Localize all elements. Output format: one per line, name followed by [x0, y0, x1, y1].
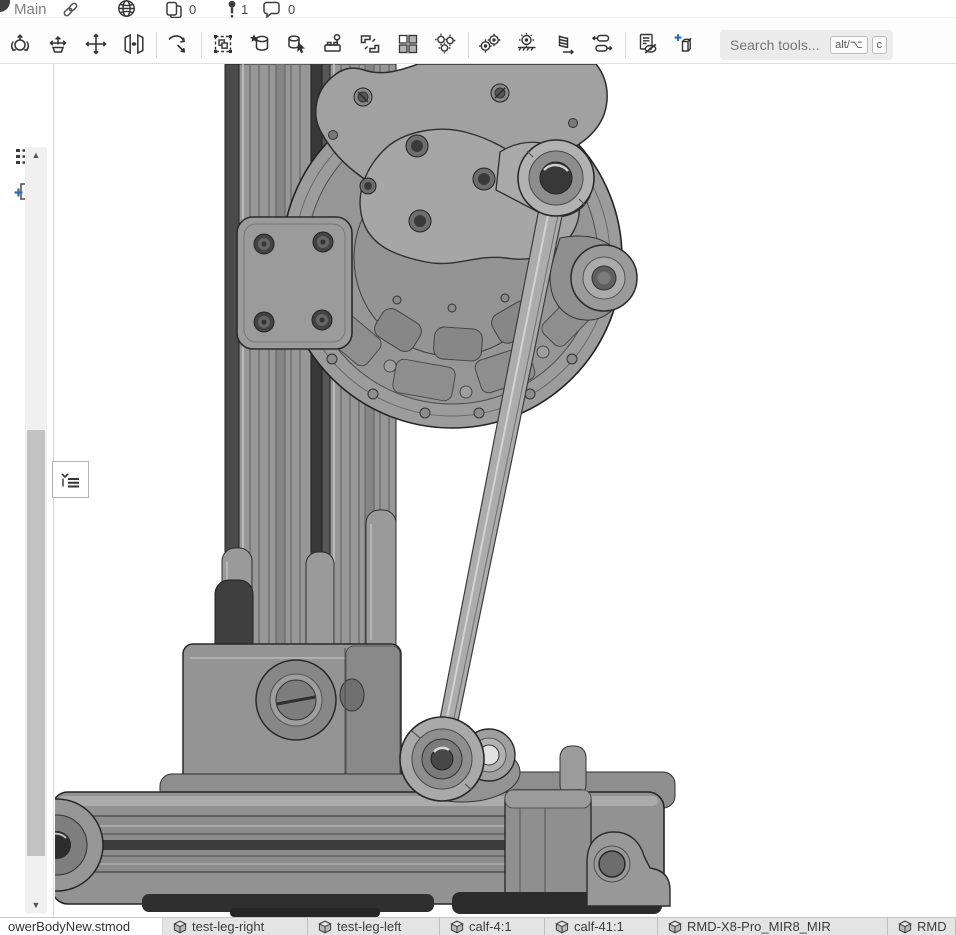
tab-calf-41[interactable]: calf-41:1	[545, 918, 658, 935]
crank-eye-bearing[interactable]	[518, 140, 594, 216]
toolbar-divider	[468, 32, 469, 58]
search-tools-box: alt/⌥ c	[720, 30, 893, 60]
linear-relation-icon[interactable]	[585, 27, 621, 61]
screw-relation-icon[interactable]	[547, 27, 583, 61]
select-instance-icon[interactable]	[279, 27, 315, 61]
comments-icon[interactable]	[262, 0, 281, 18]
assembly-model[interactable]	[55, 64, 956, 917]
tab-calf-4[interactable]: calf-4:1	[440, 918, 545, 935]
toolbar-divider	[201, 32, 202, 58]
idler-bearing[interactable]	[550, 236, 637, 320]
mounting-plate[interactable]	[237, 217, 352, 349]
instances-panel: ▲ ▼	[0, 64, 54, 917]
shortcut-key-alt: alt/⌥	[830, 36, 867, 54]
tab-lowerbodynew[interactable]: owerBodyNew.stmod	[0, 918, 163, 935]
scrollbar-thumb[interactable]	[27, 430, 45, 856]
create-part-studio-in-context-icon[interactable]	[667, 27, 703, 61]
part-cube-icon	[318, 920, 332, 934]
link-icon[interactable]	[62, 0, 79, 18]
document-header: Main 0 1 0	[0, 0, 956, 18]
toolbar-divider	[156, 32, 157, 58]
linear-pattern-icon[interactable]	[390, 27, 426, 61]
viewport-canvas[interactable]	[55, 64, 956, 917]
mate-icon[interactable]	[315, 27, 351, 61]
tab-test-leg-left[interactable]: test-leg-left	[308, 918, 440, 935]
panel-scrollbar[interactable]: ▲ ▼	[25, 147, 47, 913]
insert-icon[interactable]	[242, 27, 278, 61]
version-label: Main	[14, 0, 47, 18]
part-cube-icon	[898, 920, 912, 934]
part-cube-icon	[173, 920, 187, 934]
shortcut-key-c: c	[872, 36, 888, 54]
search-tools-input[interactable]	[730, 37, 826, 53]
document-tab-bar: owerBodyNew.stmod test-leg-right test-le…	[0, 917, 956, 935]
versions-icon[interactable]	[165, 0, 183, 18]
rod-end-bearing[interactable]	[400, 717, 520, 802]
comments-count: 0	[288, 0, 295, 18]
rotate-instance-icon[interactable]	[2, 27, 38, 61]
gear-relation-icon[interactable]	[472, 27, 508, 61]
avatar[interactable]	[0, 0, 10, 12]
translate-instance-icon[interactable]	[40, 27, 76, 61]
rack-and-pinion-relation-icon[interactable]	[509, 27, 545, 61]
scroll-up-icon[interactable]: ▲	[25, 147, 47, 163]
instance-tree-flyout-button[interactable]	[52, 461, 89, 498]
mirror-instance-icon[interactable]	[116, 27, 152, 61]
app-window: Main 0 1 0	[0, 0, 956, 935]
toolbar-divider	[625, 32, 626, 58]
pin-count: 1	[241, 0, 248, 18]
tab-rmd-partial[interactable]: RMD	[888, 918, 956, 935]
hide-mate-features-icon[interactable]	[630, 27, 666, 61]
drag-instance-icon[interactable]	[78, 27, 114, 61]
box-select-icon[interactable]	[205, 27, 241, 61]
snap-mode-icon[interactable]	[159, 27, 195, 61]
part-cube-icon	[668, 920, 682, 934]
group-icon[interactable]	[352, 27, 388, 61]
part-cube-icon	[450, 920, 464, 934]
tab-test-leg-right[interactable]: test-leg-right	[163, 918, 308, 935]
instance-tree-icon	[60, 470, 81, 489]
assembly-toolbar: alt/⌥ c	[0, 18, 956, 64]
scroll-down-icon[interactable]: ▼	[25, 897, 47, 913]
versions-count: 0	[189, 0, 196, 18]
pin-icon[interactable]	[226, 0, 238, 18]
tab-rmd-x8-pro[interactable]: RMD-X8-Pro_MIR8_MIR	[658, 918, 888, 935]
part-cube-icon	[555, 920, 569, 934]
share-globe-icon[interactable]	[117, 0, 136, 18]
replicate-icon[interactable]	[428, 27, 464, 61]
